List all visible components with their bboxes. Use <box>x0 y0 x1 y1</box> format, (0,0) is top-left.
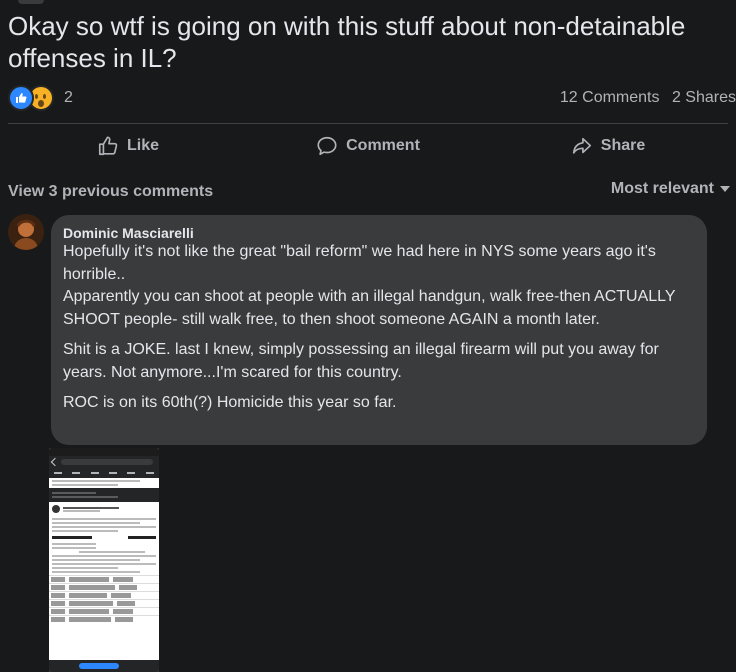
reactions-summary[interactable]: 2 <box>8 85 73 111</box>
comment-sort-dropdown[interactable]: Most relevant <box>611 180 730 198</box>
shares-count-link[interactable]: 2 Shares <box>672 89 736 106</box>
share-label: Share <box>600 137 646 154</box>
comment-bubble: Dominic Masciarelli Hopefully it's not l… <box>51 215 707 445</box>
view-previous-comments-link[interactable]: View 3 previous comments <box>8 183 213 201</box>
post-title: Okay so wtf is going on with this stuff … <box>8 11 686 73</box>
divider <box>8 123 728 124</box>
comment-button[interactable]: Comment <box>248 128 488 164</box>
like-reaction-icon <box>8 85 34 111</box>
comment-paragraph: Hopefully it's not like the great "bail … <box>63 243 676 328</box>
post-stats: 12 Comments 2 Shares <box>552 89 736 107</box>
like-button[interactable]: Like <box>8 128 248 164</box>
comment-paragraph: ROC is on its 60th(?) Homicide this year… <box>63 394 397 411</box>
thumbs-up-icon <box>98 136 118 156</box>
share-button[interactable]: Share <box>488 128 728 164</box>
post-actions-bar: Like Comment Share <box>8 128 728 164</box>
like-label: Like <box>126 137 159 154</box>
caret-down-icon <box>720 186 730 192</box>
commenter-avatar[interactable] <box>8 214 44 250</box>
comment-icon <box>317 136 337 156</box>
comment-attachment-screenshot[interactable] <box>49 448 159 672</box>
previous-post-edge <box>18 0 44 4</box>
comment-body: Hopefully it's not like the great "bail … <box>63 241 695 415</box>
comment-paragraph: Shit is a JOKE. last I knew, simply poss… <box>63 341 659 381</box>
share-icon <box>572 137 591 154</box>
reaction-count[interactable]: 2 <box>64 89 73 107</box>
comments-count-link[interactable]: 12 Comments <box>560 89 660 106</box>
sort-label: Most relevant <box>610 180 714 197</box>
comment-label: Comment <box>346 137 420 154</box>
commenter-name[interactable]: Dominic Masciarelli <box>63 225 695 241</box>
